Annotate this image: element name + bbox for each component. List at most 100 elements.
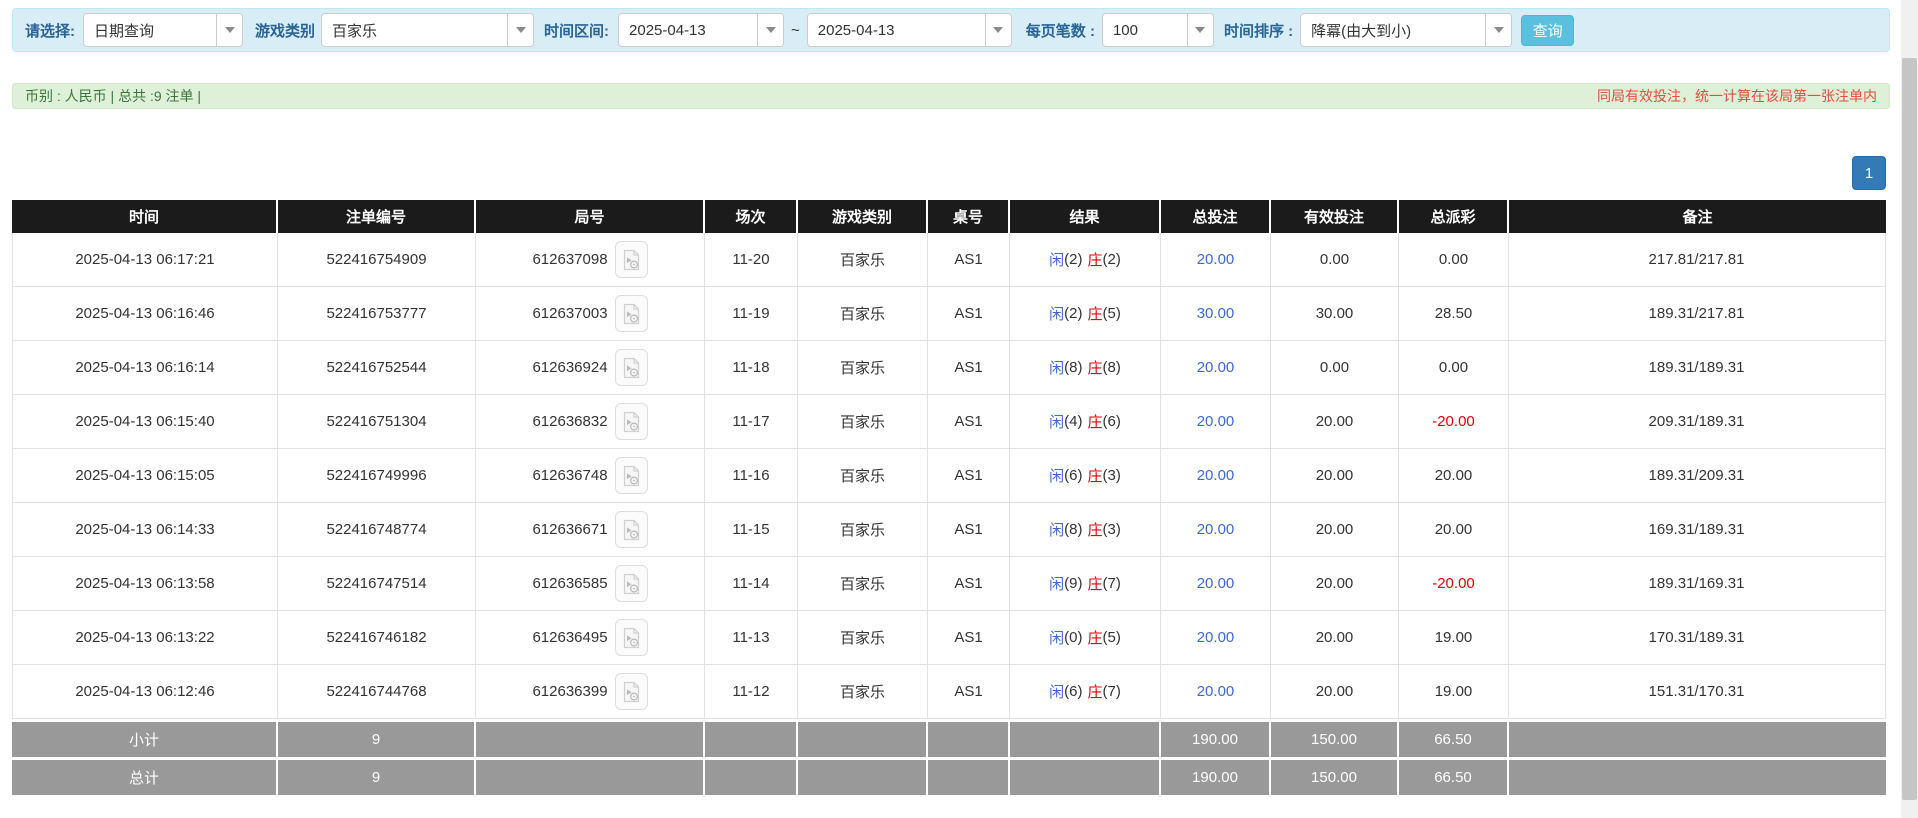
cell-round-id: 612636585 (476, 557, 705, 610)
result-banker-score: (5) (1103, 629, 1121, 646)
result-player-label: 闲 (1049, 411, 1064, 432)
round-number: 612637003 (532, 305, 607, 322)
cell-time: 2025-04-13 06:13:22 (13, 611, 278, 664)
header-session: 场次 (705, 200, 798, 233)
time-sort-label: 时间排序 : (1224, 20, 1293, 41)
game-type-dropdown[interactable]: 百家乐 (321, 13, 534, 47)
time-sort-dropdown[interactable]: 降冪(由大到小) (1300, 13, 1512, 47)
result-banker-label: 庄 (1088, 681, 1103, 702)
cell-total-bet-link[interactable]: 20.00 (1197, 521, 1235, 538)
cell-remark: 209.31/189.31 (1509, 395, 1884, 448)
video-replay-button[interactable] (615, 349, 648, 386)
result-player-score: (6) (1064, 467, 1082, 484)
subtotal-valid-bet: 150.00 (1271, 722, 1399, 757)
cell-round-id: 612636832 (476, 395, 705, 448)
date-to-input[interactable]: 2025-04-13 (807, 13, 1012, 47)
subtotal-cell-empty (1010, 722, 1161, 757)
cell-session: 11-16 (705, 449, 798, 502)
result-banker-score: (7) (1103, 683, 1121, 700)
table-row: 2025-04-13 06:14:33 522416748774 6126366… (13, 503, 1885, 557)
summary-bar: 币别 : 人民币 | 总共 :9 注单 | 同局有效投注，统一计算在该局第一张注… (12, 83, 1890, 109)
subtotal-cell-empty (798, 722, 928, 757)
header-remark: 备注 (1509, 200, 1886, 233)
chevron-down-icon[interactable] (507, 14, 533, 46)
video-replay-button[interactable] (615, 457, 648, 494)
cell-table-no: AS1 (928, 449, 1010, 502)
video-replay-button[interactable] (615, 673, 648, 710)
cell-table-no: AS1 (928, 611, 1010, 664)
video-replay-button[interactable] (615, 619, 648, 656)
page-size-dropdown[interactable]: 100 (1102, 13, 1214, 47)
total-cell-empty (705, 760, 798, 795)
vertical-scrollbar[interactable] (1901, 0, 1918, 818)
cell-game-type: 百家乐 (798, 665, 928, 718)
video-replay-button[interactable] (615, 295, 648, 332)
video-replay-button[interactable] (615, 241, 648, 278)
round-number: 612636671 (532, 521, 607, 538)
cell-game-type: 百家乐 (798, 557, 928, 610)
result-player-score: (4) (1064, 413, 1082, 430)
video-icon (622, 411, 641, 433)
cell-total-bet-link[interactable]: 20.00 (1197, 575, 1235, 592)
total-total-payout: 66.50 (1399, 760, 1509, 795)
cell-total-payout: 20.00 (1399, 449, 1509, 502)
cell-bet-id: 522416754909 (278, 233, 476, 286)
result-banker-score: (2) (1103, 251, 1121, 268)
cell-table-no: AS1 (928, 557, 1010, 610)
cell-round-id: 612637098 (476, 233, 705, 286)
result-player-score: (2) (1064, 251, 1082, 268)
round-number: 612637098 (532, 251, 607, 268)
result-player-label: 闲 (1049, 627, 1064, 648)
cell-result: 闲(9)庄(7) (1010, 557, 1161, 610)
table-row: 2025-04-13 06:15:40 522416751304 6126368… (13, 395, 1885, 449)
total-cell-empty (1010, 760, 1161, 795)
table-row: 2025-04-13 06:15:05 522416749996 6126367… (13, 449, 1885, 503)
cell-total-bet-link[interactable]: 20.00 (1197, 467, 1235, 484)
header-game-type: 游戏类别 (798, 200, 928, 233)
cell-result: 闲(4)庄(6) (1010, 395, 1161, 448)
cell-total-bet-link[interactable]: 20.00 (1197, 629, 1235, 646)
header-total-bet: 总投注 (1161, 200, 1271, 233)
cell-session: 11-14 (705, 557, 798, 610)
result-player-label: 闲 (1049, 465, 1064, 486)
cell-time: 2025-04-13 06:14:33 (13, 503, 278, 556)
cell-game-type: 百家乐 (798, 611, 928, 664)
search-button[interactable]: 查询 (1521, 15, 1574, 46)
video-replay-button[interactable] (615, 403, 648, 440)
cell-total-bet-link[interactable]: 20.00 (1197, 683, 1235, 700)
chevron-down-icon[interactable] (1485, 14, 1511, 46)
cell-total-bet-link[interactable]: 20.00 (1197, 251, 1235, 268)
cell-result: 闲(6)庄(7) (1010, 665, 1161, 718)
table-row: 2025-04-13 06:16:46 522416753777 6126370… (13, 287, 1885, 341)
cell-total-bet-link[interactable]: 30.00 (1197, 305, 1235, 322)
chevron-down-icon[interactable] (757, 14, 783, 46)
result-banker-label: 庄 (1088, 519, 1103, 540)
cell-round-id: 612636399 (476, 665, 705, 718)
cell-time: 2025-04-13 06:15:05 (13, 449, 278, 502)
currency-total-text: 币别 : 人民币 | 总共 :9 注单 | (25, 86, 201, 106)
pagination-page-1[interactable]: 1 (1852, 156, 1886, 190)
cell-game-type: 百家乐 (798, 233, 928, 286)
scrollbar-thumb[interactable] (1902, 58, 1917, 800)
cell-table-no: AS1 (928, 341, 1010, 394)
chevron-down-icon[interactable] (216, 14, 242, 46)
subtotal-count: 9 (278, 722, 476, 757)
date-from-value: 2025-04-13 (619, 22, 757, 39)
result-banker-label: 庄 (1088, 357, 1103, 378)
chevron-down-icon[interactable] (1187, 14, 1213, 46)
chevron-down-icon[interactable] (985, 14, 1011, 46)
date-from-input[interactable]: 2025-04-13 (618, 13, 784, 47)
video-replay-button[interactable] (615, 511, 648, 548)
table-row: 2025-04-13 06:17:21 522416754909 6126370… (13, 233, 1885, 287)
page-size-label: 每页笔数 : (1026, 20, 1095, 41)
video-replay-button[interactable] (615, 565, 648, 602)
cell-total-bet-link[interactable]: 20.00 (1197, 413, 1235, 430)
cell-valid-bet: 20.00 (1271, 557, 1399, 610)
video-icon (622, 357, 641, 379)
cell-total-payout: 20.00 (1399, 503, 1509, 556)
cell-total-bet-link[interactable]: 20.00 (1197, 359, 1235, 376)
query-type-dropdown[interactable]: 日期查询 (83, 13, 243, 47)
total-count: 9 (278, 760, 476, 795)
header-result: 结果 (1010, 200, 1161, 233)
result-player-label: 闲 (1049, 357, 1064, 378)
